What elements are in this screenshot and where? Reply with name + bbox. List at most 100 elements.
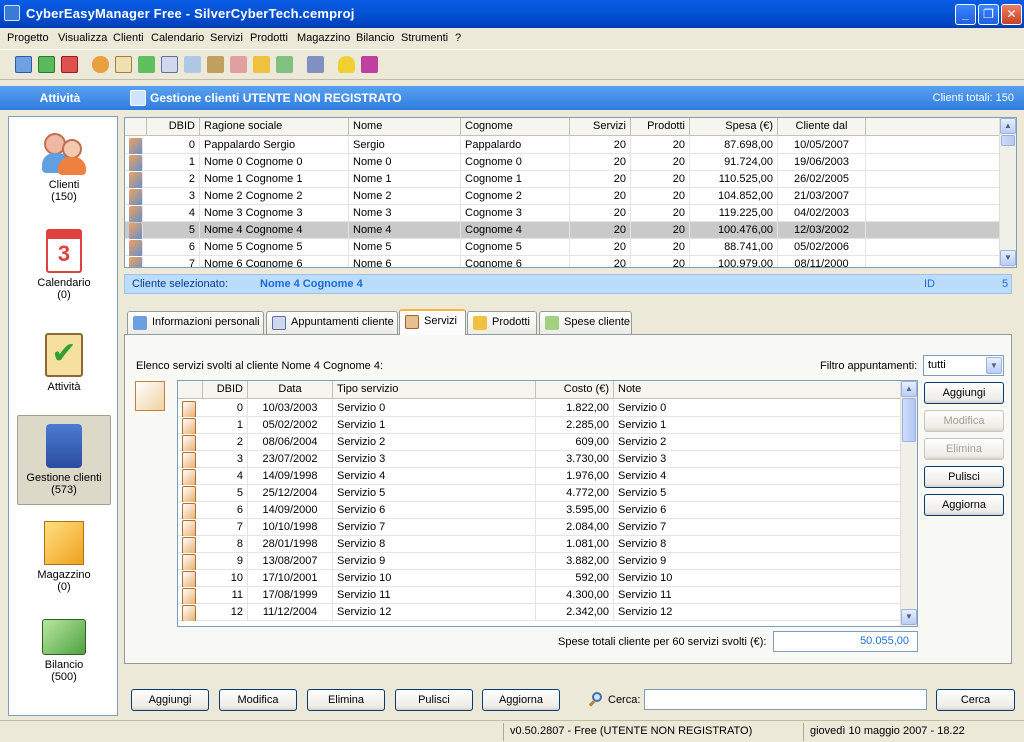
col-prodotti[interactable]: Prodotti: [631, 118, 690, 136]
scroll-down-button[interactable]: ▼: [901, 609, 917, 625]
lightbulb-icon[interactable]: [338, 56, 355, 73]
table-row[interactable]: 2 08/06/2004 Servizio 2 609,00 Servizio 2: [178, 434, 902, 451]
col-dbid[interactable]: DBID: [203, 381, 248, 399]
service-delete-button[interactable]: Elimina: [924, 438, 1004, 460]
check-icon[interactable]: [138, 56, 155, 73]
close-project-icon[interactable]: [61, 56, 78, 73]
table-row[interactable]: 0 Pappalardo Sergio Sergio Pappalardo 20 20 87…: [125, 137, 1001, 154]
client-clear-button[interactable]: Pulisci: [395, 689, 473, 711]
maximize-button[interactable]: ❐: [978, 4, 999, 25]
scroll-thumb[interactable]: [1001, 135, 1015, 146]
products-icon[interactable]: [230, 56, 247, 73]
service-edit-button[interactable]: Modifica: [924, 410, 1004, 432]
table-cell: 20: [570, 256, 631, 267]
client-refresh-button[interactable]: Aggiorna: [482, 689, 560, 711]
filter-select[interactable]: tutti ▼: [923, 355, 1004, 376]
col-ragione-sociale[interactable]: Ragione sociale: [200, 118, 349, 136]
tab-spese-cliente[interactable]: Spese cliente: [539, 311, 632, 334]
tab-informazioni-personali[interactable]: Informazioni personali: [127, 311, 264, 334]
minimize-button[interactable]: _: [955, 4, 976, 25]
scroll-thumb[interactable]: [902, 398, 916, 442]
table-row[interactable]: 2 Nome 1 Cognome 1 Nome 1 Cognome 1 20 20 110.…: [125, 171, 1001, 188]
table-row[interactable]: 5 Nome 4 Cognome 4 Nome 4 Cognome 4 20 20 100.…: [125, 222, 1001, 239]
menu-clienti[interactable]: Clienti: [113, 32, 144, 44]
col-servizi[interactable]: Servizi: [570, 118, 631, 136]
tools-icon[interactable]: [307, 56, 324, 73]
calendar-icon[interactable]: [161, 56, 178, 73]
scroll-up-button[interactable]: ▲: [901, 381, 917, 397]
close-button[interactable]: ✕: [1001, 4, 1022, 25]
menu-progetto[interactable]: Progetto: [7, 32, 49, 44]
table-row[interactable]: 5 25/12/2004 Servizio 5 4.772,00 Servizio 5: [178, 485, 902, 502]
table-row[interactable]: 9 13/08/2007 Servizio 9 3.882,00 Servizio 9: [178, 553, 902, 570]
client-add-button[interactable]: Aggiungi: [131, 689, 209, 711]
table-row[interactable]: 12 11/12/2004 Servizio 12 2.342,00 Servizio …: [178, 604, 902, 621]
table-row[interactable]: 3 Nome 2 Cognome 2 Nome 2 Cognome 2 20 20 104.…: [125, 188, 1001, 205]
add-client-icon[interactable]: [92, 56, 109, 73]
menu-strumenti[interactable]: Strumenti: [401, 32, 448, 44]
table-row[interactable]: 3 23/07/2002 Servizio 3 3.730,00 Servizio 3: [178, 451, 902, 468]
client-icon: [129, 155, 143, 171]
menu-help[interactable]: ?: [455, 32, 461, 44]
table-row[interactable]: 4 Nome 3 Cognome 3 Nome 3 Cognome 3 20 20 119.…: [125, 205, 1001, 222]
edit-icon[interactable]: [115, 56, 132, 73]
chevron-down-icon[interactable]: ▼: [986, 357, 1002, 374]
col-costo[interactable]: Costo (€): [536, 381, 614, 399]
client-edit-button[interactable]: Modifica: [219, 689, 297, 711]
table-cell: 592,00: [536, 570, 614, 587]
search-client-icon[interactable]: [184, 56, 201, 73]
client-delete-button[interactable]: Elimina: [307, 689, 385, 711]
search-button[interactable]: Cerca: [936, 689, 1015, 711]
col-note[interactable]: Note: [614, 381, 902, 399]
scroll-down-button[interactable]: ▼: [1000, 250, 1016, 266]
menu-visualizza[interactable]: Visualizza: [58, 32, 107, 44]
table-row[interactable]: 11 17/08/1999 Servizio 11 4.300,00 Servizio …: [178, 587, 902, 604]
search-input[interactable]: [644, 689, 927, 710]
table-cell: 5: [147, 222, 200, 239]
nav-bilancio[interactable]: Bilancio (500): [17, 611, 111, 697]
nav-attivita[interactable]: ✔ Attività: [17, 325, 111, 407]
table-cell: 100.476,00: [690, 222, 778, 239]
col-nome[interactable]: Nome: [349, 118, 461, 136]
clients-scrollbar[interactable]: ▲ ▼: [999, 118, 1016, 267]
open-project-icon[interactable]: [38, 56, 55, 73]
table-row[interactable]: 8 28/01/1998 Servizio 8 1.081,00 Servizio 8: [178, 536, 902, 553]
table-row[interactable]: 4 14/09/1998 Servizio 4 1.976,00 Servizio 4: [178, 468, 902, 485]
scroll-up-button[interactable]: ▲: [1000, 118, 1016, 134]
table-row[interactable]: 1 Nome 0 Cognome 0 Nome 0 Cognome 0 20 20 91.7…: [125, 154, 1001, 171]
menu-bilancio[interactable]: Bilancio: [356, 32, 395, 44]
menu-servizi[interactable]: Servizi: [210, 32, 243, 44]
help-book-icon[interactable]: [361, 56, 378, 73]
services-icon[interactable]: [207, 56, 224, 73]
nav-calendario[interactable]: 3 Calendario (0): [17, 221, 111, 315]
table-row[interactable]: 1 05/02/2002 Servizio 1 2.285,00 Servizio 1: [178, 417, 902, 434]
service-clear-button[interactable]: Pulisci: [924, 466, 1004, 488]
nav-gestione-clienti[interactable]: Gestione clienti (573): [17, 415, 111, 505]
menu-calendario[interactable]: Calendario: [151, 32, 204, 44]
table-row[interactable]: 6 14/09/2000 Servizio 6 3.595,00 Servizio 6: [178, 502, 902, 519]
col-dbid[interactable]: DBID: [147, 118, 200, 136]
col-cognome[interactable]: Cognome: [461, 118, 570, 136]
service-refresh-button[interactable]: Aggiorna: [924, 494, 1004, 516]
col-tipo-servizio[interactable]: Tipo servizio: [333, 381, 536, 399]
col-cliente-dal[interactable]: Cliente dal: [778, 118, 866, 136]
tab-servizi[interactable]: Servizi: [399, 309, 466, 335]
tab-appuntamenti-cliente[interactable]: Appuntamenti cliente: [266, 311, 398, 334]
col-spesa[interactable]: Spesa (€): [690, 118, 778, 136]
col-data[interactable]: Data: [248, 381, 333, 399]
nav-clienti[interactable]: Clienti (150): [17, 123, 111, 219]
table-row[interactable]: 6 Nome 5 Cognome 5 Nome 5 Cognome 5 20 20 88.7…: [125, 239, 1001, 256]
menu-prodotti[interactable]: Prodotti: [250, 32, 288, 44]
new-project-icon[interactable]: [15, 56, 32, 73]
balance-icon[interactable]: [276, 56, 293, 73]
menu-magazzino[interactable]: Magazzino: [297, 32, 350, 44]
table-row[interactable]: 7 10/10/1998 Servizio 7 2.084,00 Servizio 7: [178, 519, 902, 536]
services-scrollbar[interactable]: ▲ ▼: [900, 381, 917, 626]
table-row[interactable]: 7 Nome 6 Cognome 6 Nome 6 Cognome 6 20 20 100.…: [125, 256, 1001, 267]
table-row[interactable]: 0 10/03/2003 Servizio 0 1.822,00 Servizio 0: [178, 400, 902, 417]
nav-magazzino[interactable]: Magazzino (0): [17, 513, 111, 599]
warehouse-icon[interactable]: [253, 56, 270, 73]
tab-prodotti[interactable]: Prodotti: [467, 311, 537, 334]
table-row[interactable]: 10 17/10/2001 Servizio 10 592,00 Servizio 10: [178, 570, 902, 587]
service-add-button[interactable]: Aggiungi: [924, 382, 1004, 404]
